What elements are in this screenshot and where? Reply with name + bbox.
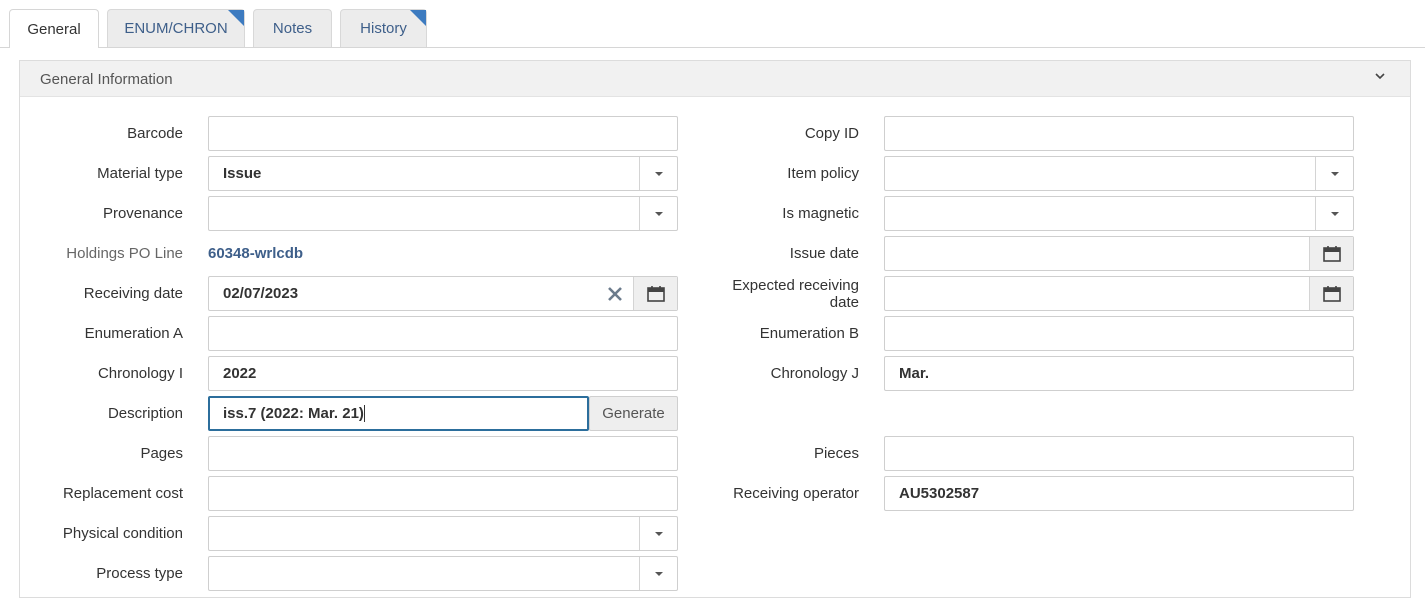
process-type-dropdown-button[interactable]: [639, 557, 677, 590]
expected-receiving-date-label: Expected receiving date: [732, 277, 859, 311]
receiving-operator-input[interactable]: AU5302587: [884, 476, 1354, 511]
caret-down-icon: [655, 572, 663, 576]
chronology-j-value: Mar.: [899, 365, 930, 382]
barcode-label: Barcode: [127, 125, 183, 142]
tab-general-label: General: [27, 20, 81, 38]
provenance-select[interactable]: [208, 196, 678, 231]
receiving-date-value: 02/07/2023: [223, 285, 299, 302]
enumeration-a-input[interactable]: [208, 316, 678, 351]
process-type-select[interactable]: [208, 556, 678, 591]
tab-divider: [0, 47, 1425, 48]
material-type-value: Issue: [223, 165, 262, 182]
panel-header[interactable]: General Information: [20, 61, 1410, 97]
pages-label: Pages: [140, 445, 183, 462]
copy-id-input[interactable]: [884, 116, 1354, 151]
process-type-label: Process type: [96, 565, 183, 582]
chronology-j-label: Chronology J: [770, 365, 859, 382]
item-policy-select[interactable]: [884, 156, 1354, 191]
expected-receiving-date-input[interactable]: [884, 276, 1354, 311]
physical-condition-label: Physical condition: [62, 525, 183, 542]
pieces-label: Pieces: [813, 445, 859, 462]
holdings-po-line-label: Holdings PO Line: [66, 245, 183, 262]
item-policy-label: Item policy: [787, 165, 859, 182]
panel-title: General Information: [40, 71, 173, 88]
pages-input[interactable]: [208, 436, 678, 471]
physical-condition-dropdown-button[interactable]: [639, 517, 677, 550]
clear-icon[interactable]: [607, 286, 623, 302]
generate-button[interactable]: Generate: [589, 396, 678, 431]
material-type-select[interactable]: Issue: [208, 156, 678, 191]
tab-notes-label: Notes: [272, 20, 313, 37]
tab-general[interactable]: General: [9, 9, 99, 48]
receiving-operator-label: Receiving operator: [733, 485, 859, 502]
material-type-label: Material type: [97, 165, 183, 182]
item-policy-dropdown-button[interactable]: [1315, 157, 1353, 190]
caret-down-icon: [655, 172, 663, 176]
caret-down-icon: [655, 212, 663, 216]
caret-down-icon: [1331, 212, 1339, 216]
chevron-down-icon[interactable]: [1374, 70, 1386, 82]
barcode-input[interactable]: [208, 116, 678, 151]
caret-down-icon: [1331, 172, 1339, 176]
receiving-date-input[interactable]: 02/07/2023: [208, 276, 678, 311]
enumeration-b-input[interactable]: [884, 316, 1354, 351]
is-magnetic-select[interactable]: [884, 196, 1354, 231]
calendar-icon: [647, 286, 665, 302]
copy-id-label: Copy ID: [804, 125, 859, 142]
issue-date-input[interactable]: [884, 236, 1354, 271]
issue-date-calendar-button[interactable]: [1309, 237, 1353, 270]
changed-indicator-icon: [228, 10, 244, 26]
provenance-label: Provenance: [102, 205, 183, 222]
calendar-icon: [1323, 286, 1341, 302]
changed-indicator-icon: [410, 10, 426, 26]
is-magnetic-dropdown-button[interactable]: [1315, 197, 1353, 230]
expected-receiving-date-calendar-button[interactable]: [1309, 277, 1353, 310]
enumeration-a-label: Enumeration A: [84, 325, 183, 342]
expected-receiving-date-label-line1: Expected receiving: [732, 277, 859, 294]
tab-bar: General ENUM/CHRON Notes History: [0, 0, 1425, 48]
description-value: iss.7 (2022: Mar. 21): [223, 405, 365, 422]
holdings-po-line-link[interactable]: 60348-wrlcdb: [208, 245, 303, 262]
tab-enum-chron[interactable]: ENUM/CHRON: [107, 9, 245, 47]
replacement-cost-label: Replacement cost: [62, 485, 183, 502]
material-type-dropdown-button[interactable]: [639, 157, 677, 190]
receiving-date-label: Receiving date: [83, 285, 183, 302]
caret-down-icon: [655, 532, 663, 536]
calendar-icon: [1323, 246, 1341, 262]
description-label: Description: [107, 405, 183, 422]
replacement-cost-input[interactable]: [208, 476, 678, 511]
expected-receiving-date-label-line2: date: [829, 294, 859, 311]
tab-enum-chron-label: ENUM/CHRON: [124, 20, 228, 37]
issue-date-label: Issue date: [789, 245, 859, 262]
chronology-j-input[interactable]: Mar.: [884, 356, 1354, 391]
chronology-i-input[interactable]: 2022: [208, 356, 678, 391]
provenance-dropdown-button[interactable]: [639, 197, 677, 230]
tab-notes[interactable]: Notes: [253, 9, 332, 47]
description-input[interactable]: iss.7 (2022: Mar. 21): [208, 396, 589, 431]
chronology-i-value: 2022: [223, 365, 257, 382]
receiving-operator-value: AU5302587: [899, 485, 980, 502]
receiving-date-calendar-button[interactable]: [633, 277, 677, 310]
tab-history[interactable]: History: [340, 9, 427, 47]
is-magnetic-label: Is magnetic: [782, 205, 859, 222]
tab-history-label: History: [360, 20, 407, 37]
physical-condition-select[interactable]: [208, 516, 678, 551]
enumeration-b-label: Enumeration B: [759, 325, 859, 342]
chronology-i-label: Chronology I: [97, 365, 183, 382]
pieces-input[interactable]: [884, 436, 1354, 471]
